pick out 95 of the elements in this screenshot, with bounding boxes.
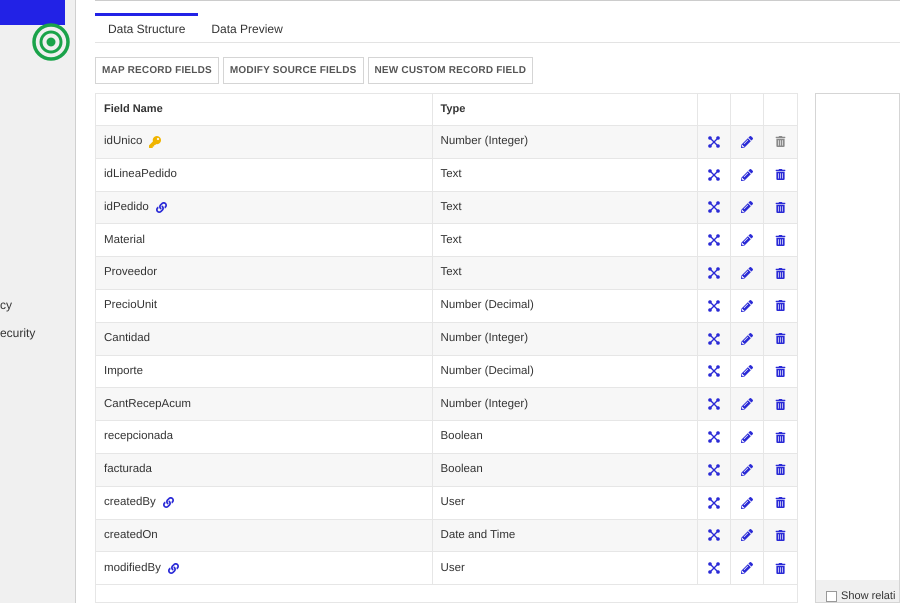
field-type: Number (Decimal) [440, 364, 534, 379]
network-icon [708, 267, 720, 280]
delete-button[interactable] [775, 497, 786, 508]
delete-button[interactable] [775, 432, 786, 443]
network-icon [708, 431, 720, 444]
delete-button[interactable] [775, 268, 786, 279]
map-button[interactable] [708, 398, 720, 410]
edit-button[interactable] [741, 529, 754, 542]
field-type: User [440, 560, 465, 576]
field-type: Number (Integer) [440, 134, 528, 150]
map-button[interactable] [708, 464, 720, 476]
field-type: User [440, 495, 465, 510]
delete-button[interactable] [775, 562, 786, 574]
field-type: Number (Integer) [440, 396, 528, 412]
field-name: modifiedBy [104, 560, 161, 576]
map-button[interactable] [708, 332, 720, 345]
field-type: Boolean [440, 462, 483, 478]
field-name: recepcionada [104, 429, 174, 444]
delete-button[interactable] [775, 202, 786, 213]
field-name: Proveedor [104, 265, 158, 280]
edit-button[interactable] [741, 201, 754, 214]
network-icon [708, 496, 720, 509]
column-header: Field Name [96, 94, 433, 125]
map-button[interactable] [708, 431, 720, 444]
delete-button[interactable] [775, 300, 786, 312]
map-button[interactable] [708, 201, 720, 214]
network-icon [708, 529, 720, 542]
edit-button[interactable] [741, 562, 754, 574]
network-icon [708, 398, 720, 410]
sidebar-item[interactable]: ecurity [0, 325, 75, 341]
field-name: createdOn [104, 528, 158, 543]
sidebar-item[interactable]: cy [0, 297, 75, 313]
toolbar-button[interactable]: MODIFY SOURCE FIELDS [222, 57, 364, 84]
delete-button[interactable] [775, 333, 786, 344]
field-name: idLineaPedido [104, 167, 177, 182]
field-type: Text [440, 232, 462, 248]
delete-button[interactable] [775, 169, 786, 180]
map-button[interactable] [708, 365, 720, 378]
field-name: idPedido [104, 200, 149, 215]
edit-button[interactable] [741, 496, 754, 509]
map-button[interactable] [708, 267, 720, 280]
network-icon [708, 201, 720, 214]
toolbar-button[interactable]: MAP RECORD FIELDS [95, 57, 219, 84]
edit-button[interactable] [741, 431, 754, 444]
network-icon [708, 365, 720, 378]
field-name: facturada [104, 462, 152, 478]
map-button[interactable] [708, 168, 720, 181]
edit-button[interactable] [741, 332, 754, 345]
toolbar-button[interactable]: NEW CUSTOM RECORD FIELD [368, 57, 534, 84]
edit-button[interactable] [741, 267, 754, 280]
tab[interactable]: Data Preview [198, 13, 296, 42]
field-type: Text [440, 265, 462, 280]
column-header: Type [432, 94, 698, 125]
network-icon [708, 136, 720, 148]
field-name: Cantidad [104, 331, 150, 346]
checkbox[interactable] [826, 591, 837, 602]
field-name: createdBy [104, 495, 156, 510]
field-type: Boolean [440, 429, 483, 444]
network-icon [708, 234, 720, 246]
edit-button[interactable] [741, 168, 754, 181]
network-icon [708, 300, 720, 312]
map-button[interactable] [708, 136, 720, 148]
field-name: Importe [104, 364, 143, 379]
map-button[interactable] [708, 562, 720, 574]
edit-button[interactable] [741, 398, 754, 410]
delete-button[interactable] [775, 398, 786, 410]
map-button[interactable] [708, 300, 720, 312]
sidebar-header-bar [0, 0, 65, 25]
map-button[interactable] [708, 496, 720, 509]
delete-button[interactable] [775, 366, 786, 377]
edit-button[interactable] [741, 365, 754, 378]
network-icon [708, 562, 720, 574]
field-type: Text [440, 167, 462, 182]
checkbox-label: Show relati [841, 590, 896, 602]
edit-button[interactable] [741, 464, 754, 476]
edit-button[interactable] [741, 136, 754, 148]
field-name: PrecioUnit [104, 298, 158, 314]
field-type: Date and Time [440, 528, 516, 543]
edit-button[interactable] [741, 300, 754, 312]
network-icon [708, 464, 720, 476]
delete-button[interactable] [775, 530, 786, 541]
target-icon [32, 23, 70, 61]
delete-button[interactable] [775, 234, 786, 246]
field-name: idUnico [104, 134, 142, 150]
edit-button[interactable] [741, 234, 754, 246]
map-button[interactable] [708, 234, 720, 246]
field-name: Material [104, 232, 145, 248]
field-type: Text [440, 200, 462, 215]
field-name: CantRecepAcum [104, 396, 191, 412]
map-button[interactable] [708, 529, 720, 542]
network-icon [708, 332, 720, 345]
delete-button[interactable] [775, 464, 786, 476]
field-type: Number (Decimal) [440, 298, 534, 314]
field-type: Number (Integer) [440, 331, 528, 346]
network-icon [708, 168, 720, 181]
